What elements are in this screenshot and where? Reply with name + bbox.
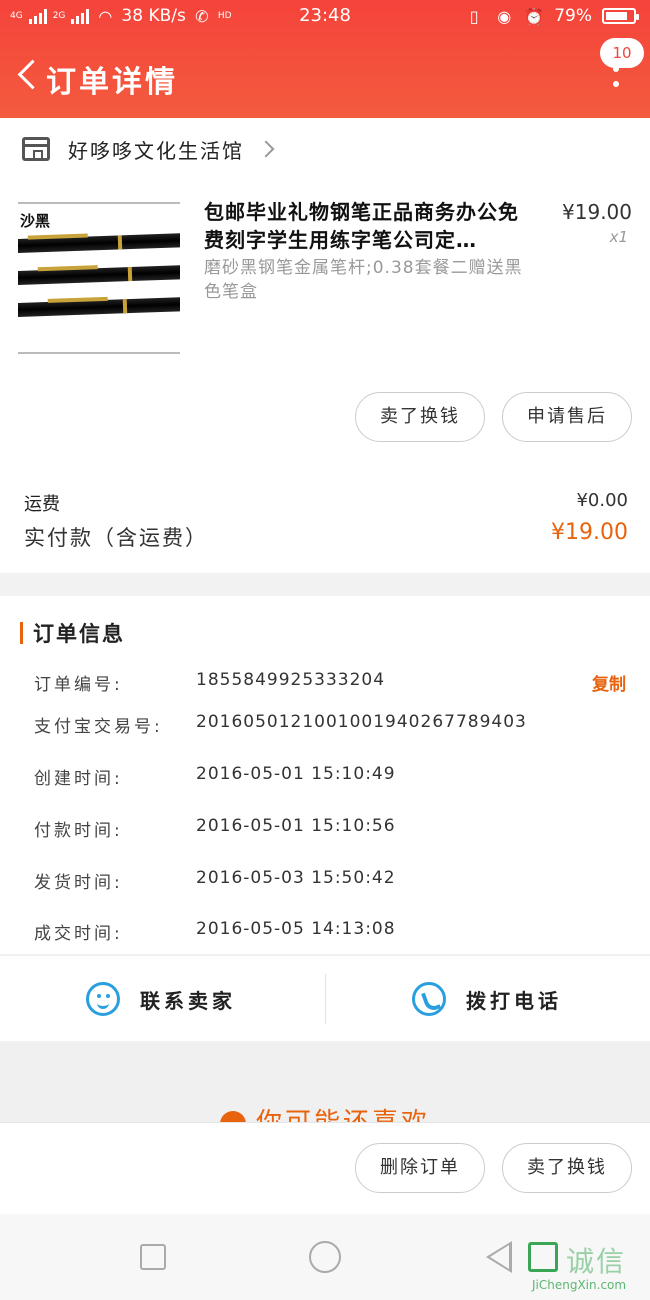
paid-amount-value: ¥19.00 (551, 520, 628, 545)
pen-graphic (18, 264, 180, 286)
recommend-heading: 你可能还喜欢 (0, 1102, 650, 1122)
product-price: ¥19.00 (562, 200, 632, 224)
created-time-row: 创建时间: 2016-05-01 15:10:49 (34, 764, 634, 794)
paid-amount-label: 实付款（含运费） (24, 526, 208, 550)
order-number-row: 订单编号: 1855849925333204 (34, 670, 634, 700)
alipay-trade-number-row: 支付宝交易号: 2016050121001001940267789403 (34, 712, 634, 742)
vibrate-icon: ▯ (469, 6, 479, 26)
info-key: 发货时间: (34, 873, 123, 893)
message-count-badge[interactable]: 10 (600, 38, 644, 68)
lock-rotation-icon: ◉ (497, 6, 512, 26)
battery-icon (602, 8, 639, 24)
product-title[interactable]: 包邮毕业礼物钢笔正品商务办公免费刻字学生用练字笔公司定… (204, 198, 534, 254)
recommend-section: 你可能还喜欢 (0, 1042, 650, 1122)
phone-icon (412, 982, 446, 1016)
chat-icon (86, 982, 120, 1016)
info-key: 成交时间: (34, 924, 123, 944)
info-key: 支付宝交易号: (34, 717, 163, 737)
paid-time-row: 付款时间: 2016-05-01 15:10:56 (34, 816, 634, 846)
recent-apps-icon[interactable] (140, 1244, 166, 1270)
info-value: 2016050121001001940267789403 (196, 712, 527, 732)
info-key: 订单编号: (34, 675, 123, 695)
store-icon (22, 137, 50, 161)
order-detail-page: 4G 2G ◠ 38 KB/s ✆ HD 23:48 ▯ ◉ ⏰ 79% 订单详… (0, 0, 650, 1300)
after-sale-button[interactable]: 申请售后 (502, 392, 632, 442)
info-value: 2016-05-03 15:50:42 (196, 868, 396, 888)
battery-fill (606, 12, 627, 20)
chevron-right-icon (257, 140, 275, 158)
back-triangle-icon[interactable] (486, 1241, 512, 1273)
watermark-cn: 诚信 (566, 1245, 627, 1278)
shop-row[interactable]: 好哆哆文化生活馆 (0, 118, 650, 180)
product-quantity: x1 (609, 228, 628, 246)
alarm-icon: ⏰ (524, 6, 545, 26)
back-icon[interactable] (12, 56, 42, 96)
info-key: 付款时间: (34, 821, 123, 841)
watermark-en: JiChengXin.com (532, 1278, 627, 1292)
status-bar: 4G 2G ◠ 38 KB/s ✆ HD 23:48 ▯ ◉ ⏰ 79% (0, 0, 650, 32)
battery-percent: 79% (554, 6, 592, 26)
section-accent-bar (20, 622, 23, 644)
divider (325, 974, 326, 1024)
order-item-card: 好哆哆文化生活馆 沙黑 包邮毕业礼物钢笔正品商务办公免费刻字学生用练字笔公司定…… (0, 118, 650, 573)
product-image[interactable]: 沙黑 (18, 202, 180, 354)
recommend-heading-text: 你可能还喜欢 (256, 1108, 430, 1122)
sell-for-cash-button-bottom[interactable]: 卖了换钱 (502, 1143, 632, 1193)
page-title: 订单详情 (46, 65, 178, 100)
call-phone-button[interactable]: 拨打电话 (412, 956, 562, 1042)
order-info-title: 订单信息 (33, 622, 125, 646)
heart-icon (219, 1110, 246, 1122)
shipping-label: 运费 (24, 494, 60, 515)
info-value: 2016-05-05 14:13:08 (196, 919, 396, 939)
contact-seller-button[interactable]: 联系卖家 (86, 956, 236, 1042)
info-key: 创建时间: (34, 769, 123, 789)
shop-name: 好哆哆文化生活馆 (68, 138, 244, 163)
contact-bar: 联系卖家 拨打电话 (0, 955, 650, 1041)
sell-for-cash-button[interactable]: 卖了换钱 (355, 392, 485, 442)
call-phone-label: 拨打电话 (466, 988, 562, 1013)
pen-graphic (18, 296, 180, 318)
app-header: 4G 2G ◠ 38 KB/s ✆ HD 23:48 ▯ ◉ ⏰ 79% 订单详… (0, 0, 650, 118)
shipped-time-row: 发货时间: 2016-05-03 15:50:42 (34, 868, 634, 898)
more-options-icon[interactable] (606, 66, 626, 96)
info-value: 2016-05-01 15:10:49 (196, 764, 396, 784)
watermark-logo-icon (528, 1242, 558, 1272)
watermark: 诚信 JiChengXin.com (528, 1240, 646, 1296)
order-info-section: 订单信息 复制 订单编号: 1855849925333204 支付宝交易号: 2… (0, 596, 650, 954)
info-value: 1855849925333204 (196, 670, 386, 690)
product-image-label: 沙黑 (20, 212, 51, 230)
system-nav-bar: 诚信 JiChengXin.com (0, 1214, 650, 1300)
bottom-action-bar: 删除订单 卖了换钱 (0, 1122, 650, 1214)
info-value: 2016-05-01 15:10:56 (196, 816, 396, 836)
delete-order-button[interactable]: 删除订单 (355, 1143, 485, 1193)
pen-graphic (18, 232, 180, 254)
product-spec: 磨砂黑钢笔金属笔杆;0.38套餐二赠送黑色笔盒 (204, 258, 523, 302)
contact-seller-label: 联系卖家 (140, 988, 236, 1013)
completed-time-row: 成交时间: 2016-05-05 14:13:08 (34, 919, 634, 949)
home-icon[interactable] (309, 1241, 341, 1273)
shipping-value: ¥0.00 (576, 490, 628, 511)
order-info-header: 订单信息 (20, 618, 125, 648)
